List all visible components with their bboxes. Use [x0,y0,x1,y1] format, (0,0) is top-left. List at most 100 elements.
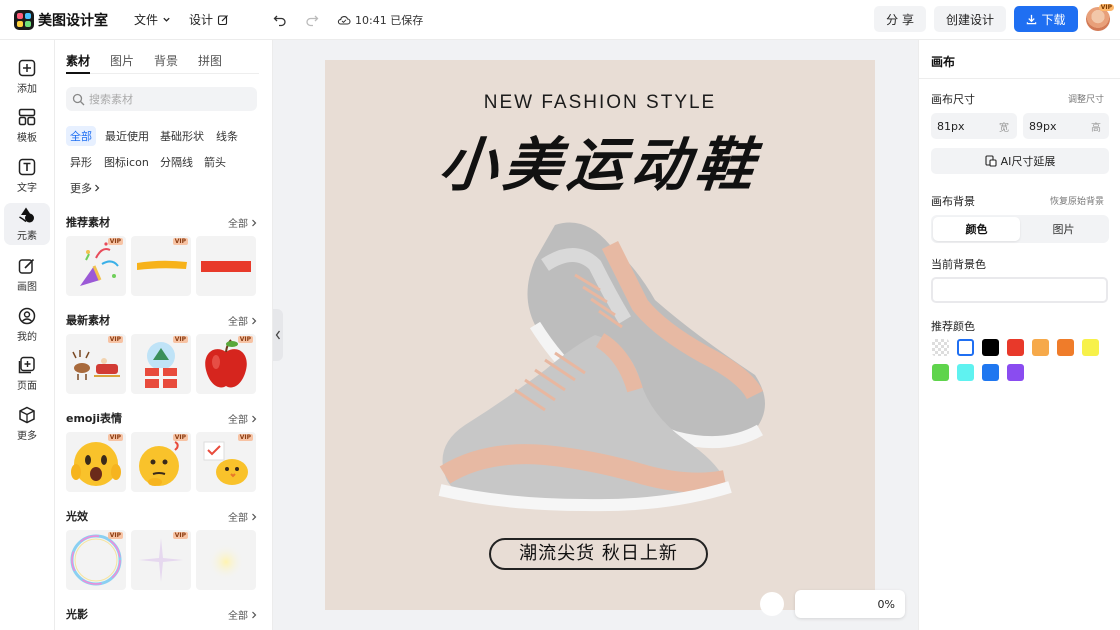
search-icon [72,93,85,105]
chip-basic-shapes[interactable]: 基础形状 [156,126,208,146]
undo-icon[interactable] [273,13,287,27]
rail-label: 画图 [17,282,37,293]
vip-badge: VIP [172,238,188,245]
chevron-right-icon [252,219,257,226]
ai-extend-button[interactable]: AI尺寸延展 [931,148,1109,174]
poster-tagline[interactable]: 潮流尖货 秋日上新 [489,538,708,570]
asset-shocked-emoji[interactable]: VIP [66,432,126,492]
rail-item-draw[interactable]: 画图 [4,254,50,296]
chip-arrows[interactable]: 箭头 [200,152,230,172]
pencil-icon [18,258,35,274]
app-logo[interactable]: 美图设计室 [14,9,108,30]
share-button[interactable]: 分 享 [874,6,926,32]
chevron-left-icon [275,330,281,340]
zoom-out-button[interactable] [760,592,784,616]
swatch-cyan[interactable] [957,364,974,381]
section-more-recommended[interactable]: 全部 [228,215,258,230]
swatch-black[interactable] [982,339,999,356]
asset-party-popper[interactable]: VIP [66,236,126,296]
vip-badge: VIP [1098,4,1114,11]
left-rail: 添加 模板 文字 元素 画图 我的 页面 更多 [0,40,55,630]
zoom-level[interactable]: 0% [795,590,905,618]
asset-chick-emoji[interactable]: VIP [196,432,256,492]
swatch-blue[interactable] [982,364,999,381]
asset-sparkle-star[interactable]: VIP [131,530,191,590]
section-title-recommended: 推荐素材 [66,216,110,229]
rail-item-mine[interactable]: 我的 [4,304,50,346]
tab-collage[interactable]: 拼图 [198,52,222,73]
asset-tabs: 素材 图片 背景 拼图 [66,52,259,74]
asset-snow-globe-gift[interactable]: VIP [131,334,191,394]
file-menu[interactable]: 文件 [134,11,171,28]
apple-icon [205,339,247,388]
vip-badge: VIP [237,336,253,343]
height-field[interactable]: 89px 高 [1023,113,1109,139]
create-design-button[interactable]: 创建设计 [933,6,1006,32]
chip-dividers[interactable]: 分隔线 [156,152,197,172]
asset-soft-glow[interactable] [196,530,256,590]
swatch-white[interactable] [957,339,974,356]
vip-badge: VIP [107,532,123,539]
swatch-purple[interactable] [1007,364,1024,381]
rail-item-text[interactable]: 文字 [4,155,50,197]
red-bar-icon [201,261,251,272]
swatch-red[interactable] [1007,339,1024,356]
design-menu[interactable]: 设计 [189,11,229,28]
tab-images[interactable]: 图片 [110,52,134,73]
swatch-transparent[interactable] [932,339,949,356]
rail-item-add[interactable]: 添加 [4,56,50,98]
swatch-light-orange[interactable] [1032,339,1049,356]
asset-red-bar[interactable] [196,236,256,296]
swatch-orange[interactable] [1057,339,1074,356]
chip-lines[interactable]: 线条 [212,126,242,146]
plus-square-icon [18,59,36,77]
rail-label: 页面 [17,381,37,392]
collapse-panel-handle[interactable] [273,309,283,361]
asset-panel: 素材 图片 背景 拼图 搜索素材 全部 最近使用 基础形状 线条 异形 图标ic… [55,40,273,630]
section-more-light-effects[interactable]: 全部 [228,509,258,524]
tab-material[interactable]: 素材 [66,52,91,74]
section-more-light-shadow[interactable]: 全部 [228,607,258,622]
chip-irregular[interactable]: 异形 [66,152,96,172]
width-field[interactable]: 81px 宽 [931,113,1017,139]
reset-bg-link[interactable]: 恢复原始背景 [1050,194,1104,207]
tab-background[interactable]: 背景 [154,52,178,73]
asset-thinking-emoji[interactable]: VIP [131,432,191,492]
adjust-size-link[interactable]: 调整尺寸 [1068,92,1104,105]
bg-mode-image[interactable]: 图片 [1020,217,1107,241]
rail-item-template[interactable]: 模板 [4,105,50,147]
download-button[interactable]: 下载 [1014,6,1078,32]
glow-icon [208,544,244,580]
asset-bubble-ring[interactable]: VIP [66,530,126,590]
poster-subtitle[interactable]: NEW FASHION STYLE [325,92,875,114]
asset-reindeer-sleigh[interactable]: VIP [66,334,126,394]
search-input[interactable]: 搜索素材 [66,87,257,111]
design-canvas[interactable]: NEW FASHION STYLE 小美运动鞋 潮流尖货 秋日上新 [325,60,875,610]
chip-all[interactable]: 全部 [66,126,96,146]
asset-red-apple[interactable]: VIP [196,334,256,394]
rail-item-page[interactable]: 页面 [4,353,50,395]
chip-icons[interactable]: 图标icon [100,152,153,172]
section-more-emoji[interactable]: 全部 [228,411,258,426]
height-value: 89px [1029,119,1057,133]
more-label: 全部 [228,513,248,524]
snow-globe-icon [145,342,177,388]
rail-label: 更多 [17,431,37,442]
avatar[interactable]: VIP [1086,4,1114,31]
chip-more[interactable]: 更多 [66,178,105,198]
rail-item-elements[interactable]: 元素 [4,203,50,245]
rail-item-more[interactable]: 更多 [4,403,50,445]
sneakers-image[interactable] [425,205,775,515]
vip-badge: VIP [107,434,123,441]
rail-label: 文字 [17,183,37,194]
asset-yellow-brush-stroke[interactable]: VIP [131,236,191,296]
current-bg-color-field[interactable] [931,277,1108,303]
swatch-green[interactable] [932,364,949,381]
vip-badge: VIP [107,336,123,343]
swatch-yellow[interactable] [1082,339,1099,356]
bg-mode-color[interactable]: 颜色 [933,217,1020,241]
poster-title[interactable]: 小美运动鞋 [325,118,875,202]
section-more-newest[interactable]: 全部 [228,313,258,328]
chip-recent[interactable]: 最近使用 [101,126,153,146]
redo-icon[interactable] [305,13,319,27]
